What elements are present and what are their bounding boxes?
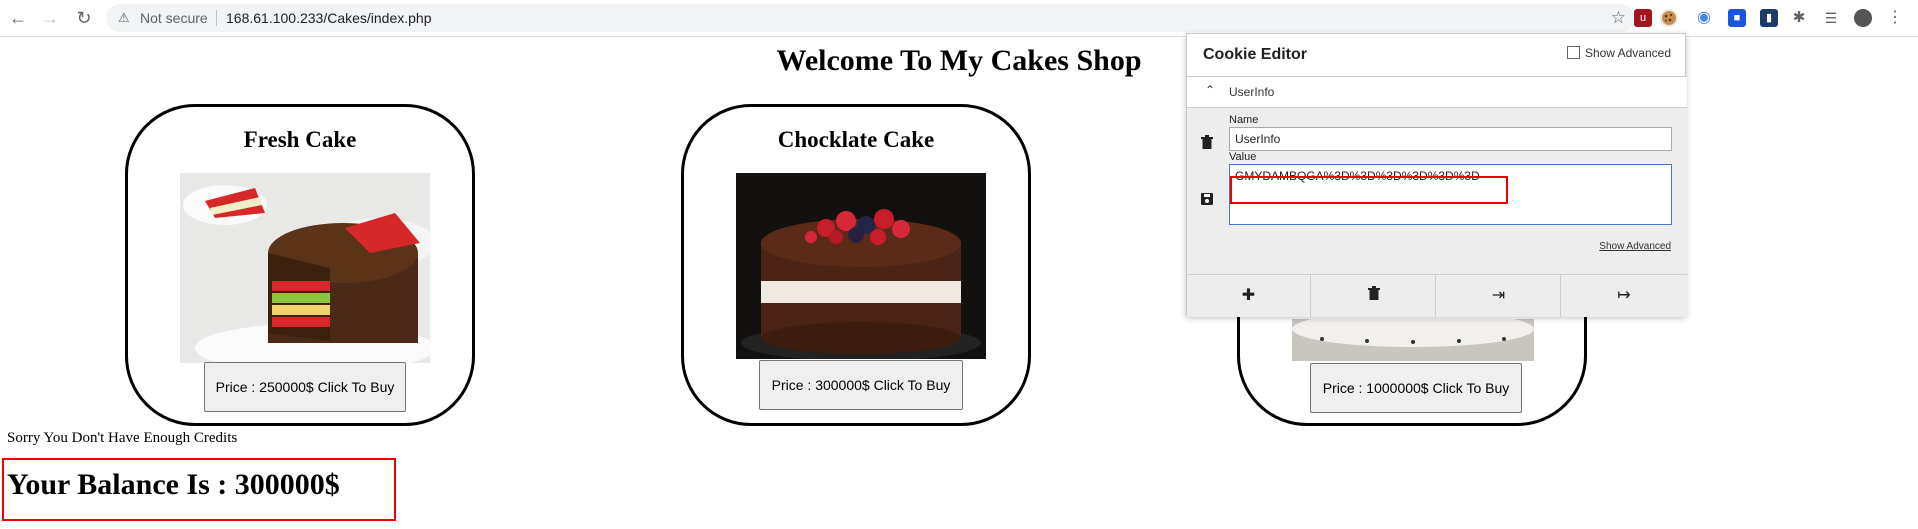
show-advanced-link[interactable]: Show Advanced xyxy=(1599,241,1671,252)
url-text[interactable]: 168.61.100.233/Cakes/index.php xyxy=(226,10,432,26)
import-button[interactable]: ⇥ xyxy=(1437,275,1561,317)
cake-card-chocolate: Chocklate Cake Price : 300000$ Click To … xyxy=(681,104,1031,426)
puzzle-extensions-icon[interactable]: ✱ xyxy=(1790,9,1808,27)
bookmark-star-icon[interactable]: ☆ xyxy=(1611,8,1626,28)
cake-title: Chocklate Cake xyxy=(777,127,935,152)
show-advanced-toggle[interactable]: Show Advanced xyxy=(1566,46,1671,60)
delete-all-button[interactable] xyxy=(1312,275,1436,317)
import-icon: ⇥ xyxy=(1491,287,1506,304)
add-cookie-button[interactable]: ✚ xyxy=(1187,275,1311,317)
address-bar[interactable]: ⚠ Not secure 168.61.100.233/Cakes/index.… xyxy=(106,4,1634,32)
trash-icon xyxy=(1367,286,1380,304)
cake-card-fresh: Fresh Cake Price : 250000$ Click To Buy xyxy=(125,104,475,426)
menu-kebab-icon[interactable]: ⋮ xyxy=(1886,9,1904,27)
folder-extension-icon[interactable]: ▮ xyxy=(1760,9,1778,27)
plus-icon: ✚ xyxy=(1241,287,1256,304)
name-label: Name xyxy=(1229,114,1259,126)
export-button[interactable]: ↦ xyxy=(1562,275,1686,317)
value-highlight-box xyxy=(1230,176,1508,204)
cake-title: Fresh Cake xyxy=(243,127,357,152)
cookie-editor-title: Cookie Editor xyxy=(1203,46,1308,63)
profile-avatar[interactable] xyxy=(1854,9,1872,27)
buy-button[interactable]: Price : 300000$ Click To Buy xyxy=(759,360,963,410)
back-arrow-icon[interactable]: ← xyxy=(8,8,28,28)
globe-extension-icon[interactable]: ◉ xyxy=(1695,9,1713,27)
reload-icon[interactable]: ↻ xyxy=(74,8,94,28)
name-field[interactable]: UserInfo xyxy=(1229,127,1672,151)
delete-cookie-icon[interactable] xyxy=(1201,135,1213,152)
export-icon: ↦ xyxy=(1617,287,1631,304)
buy-button[interactable]: Price : 1000000$ Click To Buy xyxy=(1310,363,1522,413)
fresh-cake-image xyxy=(180,173,430,363)
browser-toolbar: ← → ↻ ⚠ Not secure 168.61.100.233/Cakes/… xyxy=(0,0,1918,37)
chocolate-cake-image xyxy=(736,173,986,359)
omnibox-divider xyxy=(216,10,217,26)
translate-extension-icon[interactable]: ■ xyxy=(1728,9,1746,27)
value-label: Value xyxy=(1229,151,1257,163)
cookie-editor-popup: Cookie Editor Show Advanced ⌃ UserInfo N… xyxy=(1186,33,1687,317)
cookie-header[interactable]: ⌃ UserInfo xyxy=(1187,76,1687,108)
security-status[interactable]: Not secure xyxy=(140,10,208,26)
credit-message: Sorry You Don't Have Enough Credits xyxy=(7,430,238,446)
cookie-editor-extension-icon[interactable] xyxy=(1660,9,1678,27)
ublock-extension-icon[interactable]: u xyxy=(1634,9,1652,27)
chevron-up-icon[interactable]: ⌃ xyxy=(1205,83,1215,97)
checkbox-icon[interactable] xyxy=(1566,46,1580,59)
cookie-editor-actions: ✚ ⇥ ↦ xyxy=(1187,274,1687,317)
buy-button[interactable]: Price : 250000$ Click To Buy xyxy=(204,362,406,412)
warning-icon[interactable]: ⚠ xyxy=(118,10,130,26)
third-cake-image xyxy=(1292,319,1534,361)
balance-text: Your Balance Is : 300000$ xyxy=(7,468,340,501)
save-cookie-icon[interactable] xyxy=(1201,193,1213,208)
reading-list-icon[interactable]: ☰ xyxy=(1822,9,1840,27)
forward-arrow-icon[interactable]: → xyxy=(40,8,60,28)
cookie-header-name[interactable]: UserInfo xyxy=(1229,85,1274,99)
show-advanced-label[interactable]: Show Advanced xyxy=(1585,46,1671,60)
